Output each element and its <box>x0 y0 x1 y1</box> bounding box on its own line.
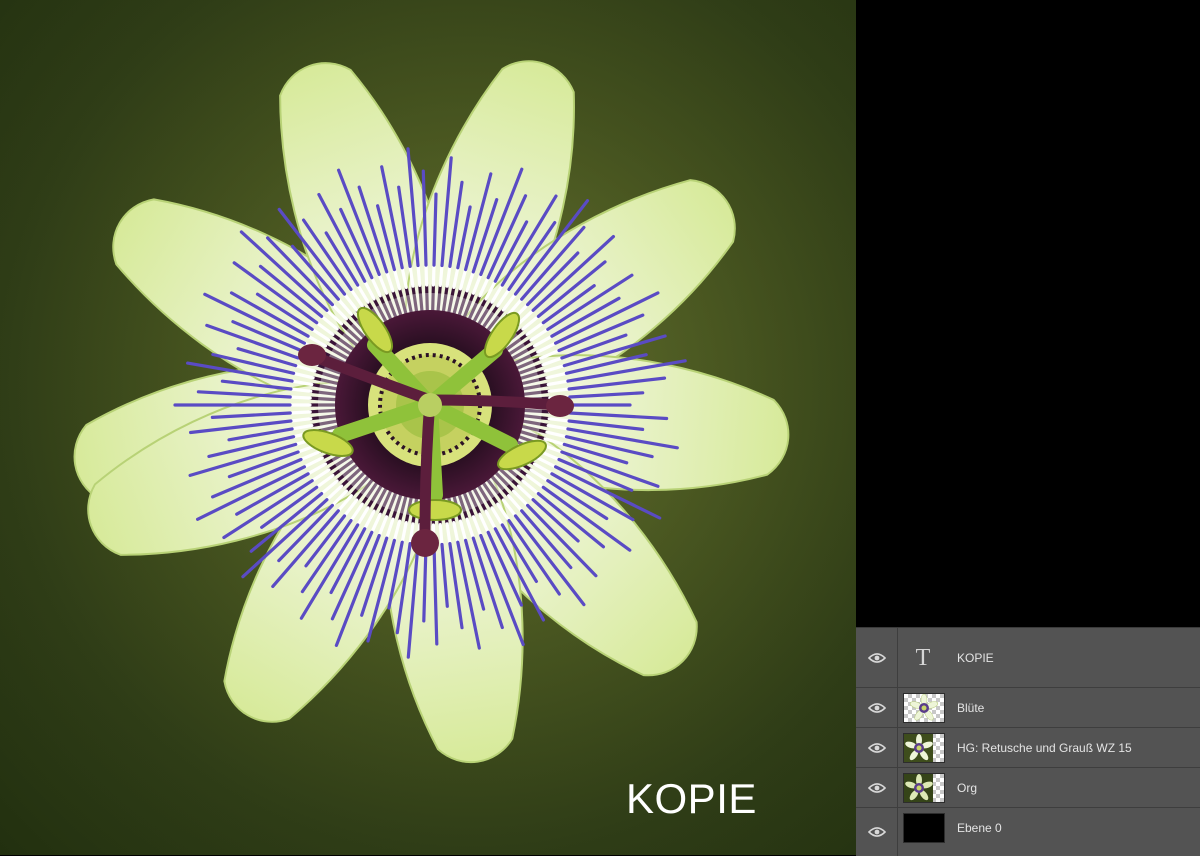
eye-visibility-icon[interactable] <box>856 808 898 856</box>
layer-row-hg-retusche[interactable]: HG: Retusche und Grauß WZ 15 <box>856 728 1200 768</box>
kopie-watermark-text: KOPIE <box>626 775 757 822</box>
layers-panel: T KOPIE Blüte HG: Retusche und Grauß WZ … <box>856 627 1200 856</box>
eye-visibility-icon[interactable] <box>856 728 898 767</box>
passion-flower-photo <box>0 0 856 855</box>
layer-name[interactable]: HG: Retusche und Grauß WZ 15 <box>957 728 1132 767</box>
canvas-image[interactable]: KOPIE <box>0 0 856 855</box>
layer-row-ebene-0[interactable]: Ebene 0 <box>856 808 1200 856</box>
empty-canvas-area <box>856 0 1200 627</box>
layer-thumbnail <box>903 813 945 843</box>
layer-row-kopie[interactable]: T KOPIE <box>856 628 1200 688</box>
eye-visibility-icon[interactable] <box>856 628 898 687</box>
eye-visibility-icon[interactable] <box>856 768 898 807</box>
layer-thumbnail <box>903 773 945 803</box>
layer-row-org[interactable]: Org <box>856 768 1200 808</box>
layer-row-bluete[interactable]: Blüte <box>856 688 1200 728</box>
layer-name[interactable]: Blüte <box>957 688 984 727</box>
layer-thumbnail <box>903 733 945 763</box>
text-layer-icon: T <box>915 645 931 671</box>
layer-name[interactable]: Org <box>957 768 977 807</box>
layer-name[interactable]: KOPIE <box>957 628 994 687</box>
layer-thumbnail <box>903 693 945 723</box>
layer-name[interactable]: Ebene 0 <box>957 808 1002 848</box>
eye-visibility-icon[interactable] <box>856 688 898 727</box>
